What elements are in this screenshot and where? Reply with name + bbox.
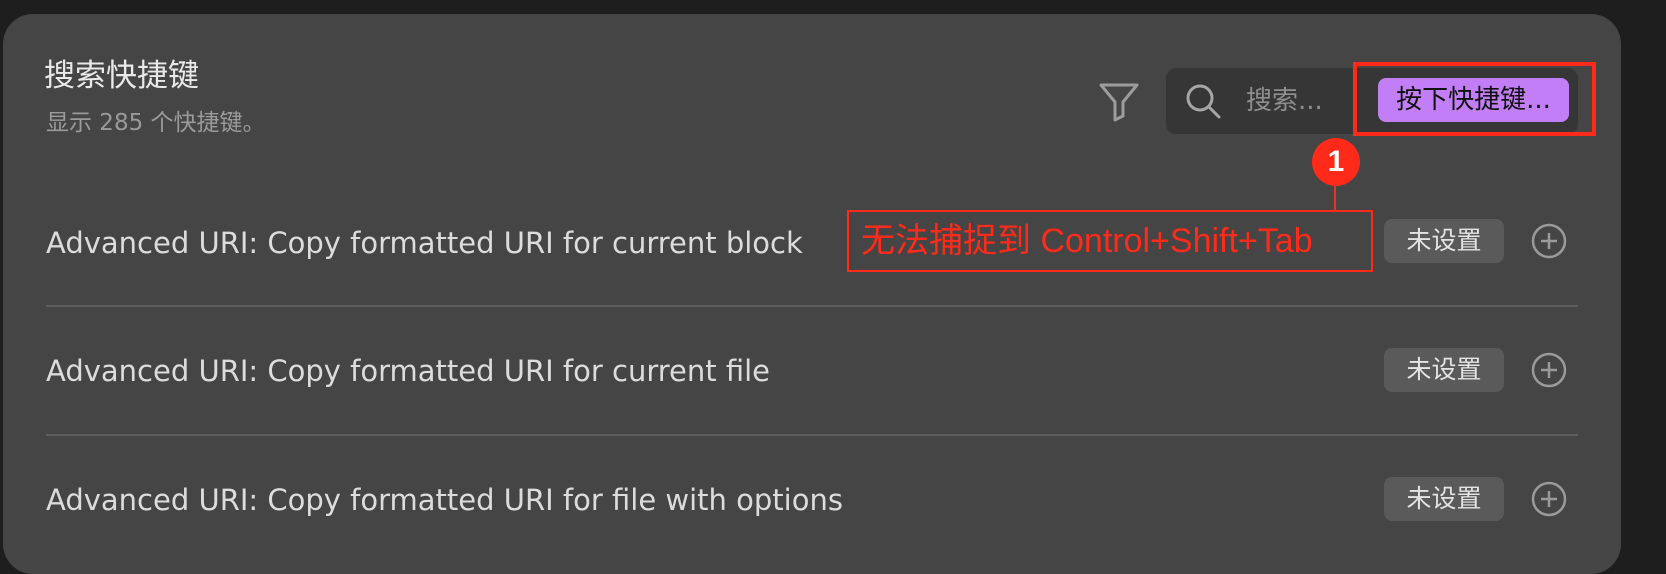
press-hotkey-button[interactable]: 按下快捷键... xyxy=(1378,78,1569,122)
hotkey-status-badge: 未设置 xyxy=(1384,219,1504,263)
row-divider xyxy=(46,305,1578,307)
hotkey-row-label: Advanced URI: Copy formatted URI for cur… xyxy=(46,354,770,388)
hotkey-count-text: 显示 285 个快捷键。 xyxy=(46,110,266,136)
add-hotkey-icon[interactable] xyxy=(1531,223,1567,259)
filter-icon[interactable] xyxy=(1098,82,1140,122)
search-icon xyxy=(1186,84,1221,119)
row-divider xyxy=(46,434,1578,436)
hotkey-status-badge: 未设置 xyxy=(1384,348,1504,392)
page-title: 搜索快捷键 xyxy=(44,58,199,94)
hotkey-status-badge: 未设置 xyxy=(1384,477,1504,521)
hotkey-row-label: Advanced URI: Copy formatted URI for fil… xyxy=(46,483,843,517)
annotation-connector xyxy=(1334,186,1336,210)
annotation-note: 无法捕捉到 Control+Shift+Tab xyxy=(847,210,1373,272)
step-number-badge: 1 xyxy=(1312,138,1360,186)
search-input[interactable] xyxy=(1246,78,1356,124)
add-hotkey-icon[interactable] xyxy=(1531,481,1567,517)
add-hotkey-icon[interactable] xyxy=(1531,352,1567,388)
hotkey-row-label: Advanced URI: Copy formatted URI for cur… xyxy=(46,226,803,260)
